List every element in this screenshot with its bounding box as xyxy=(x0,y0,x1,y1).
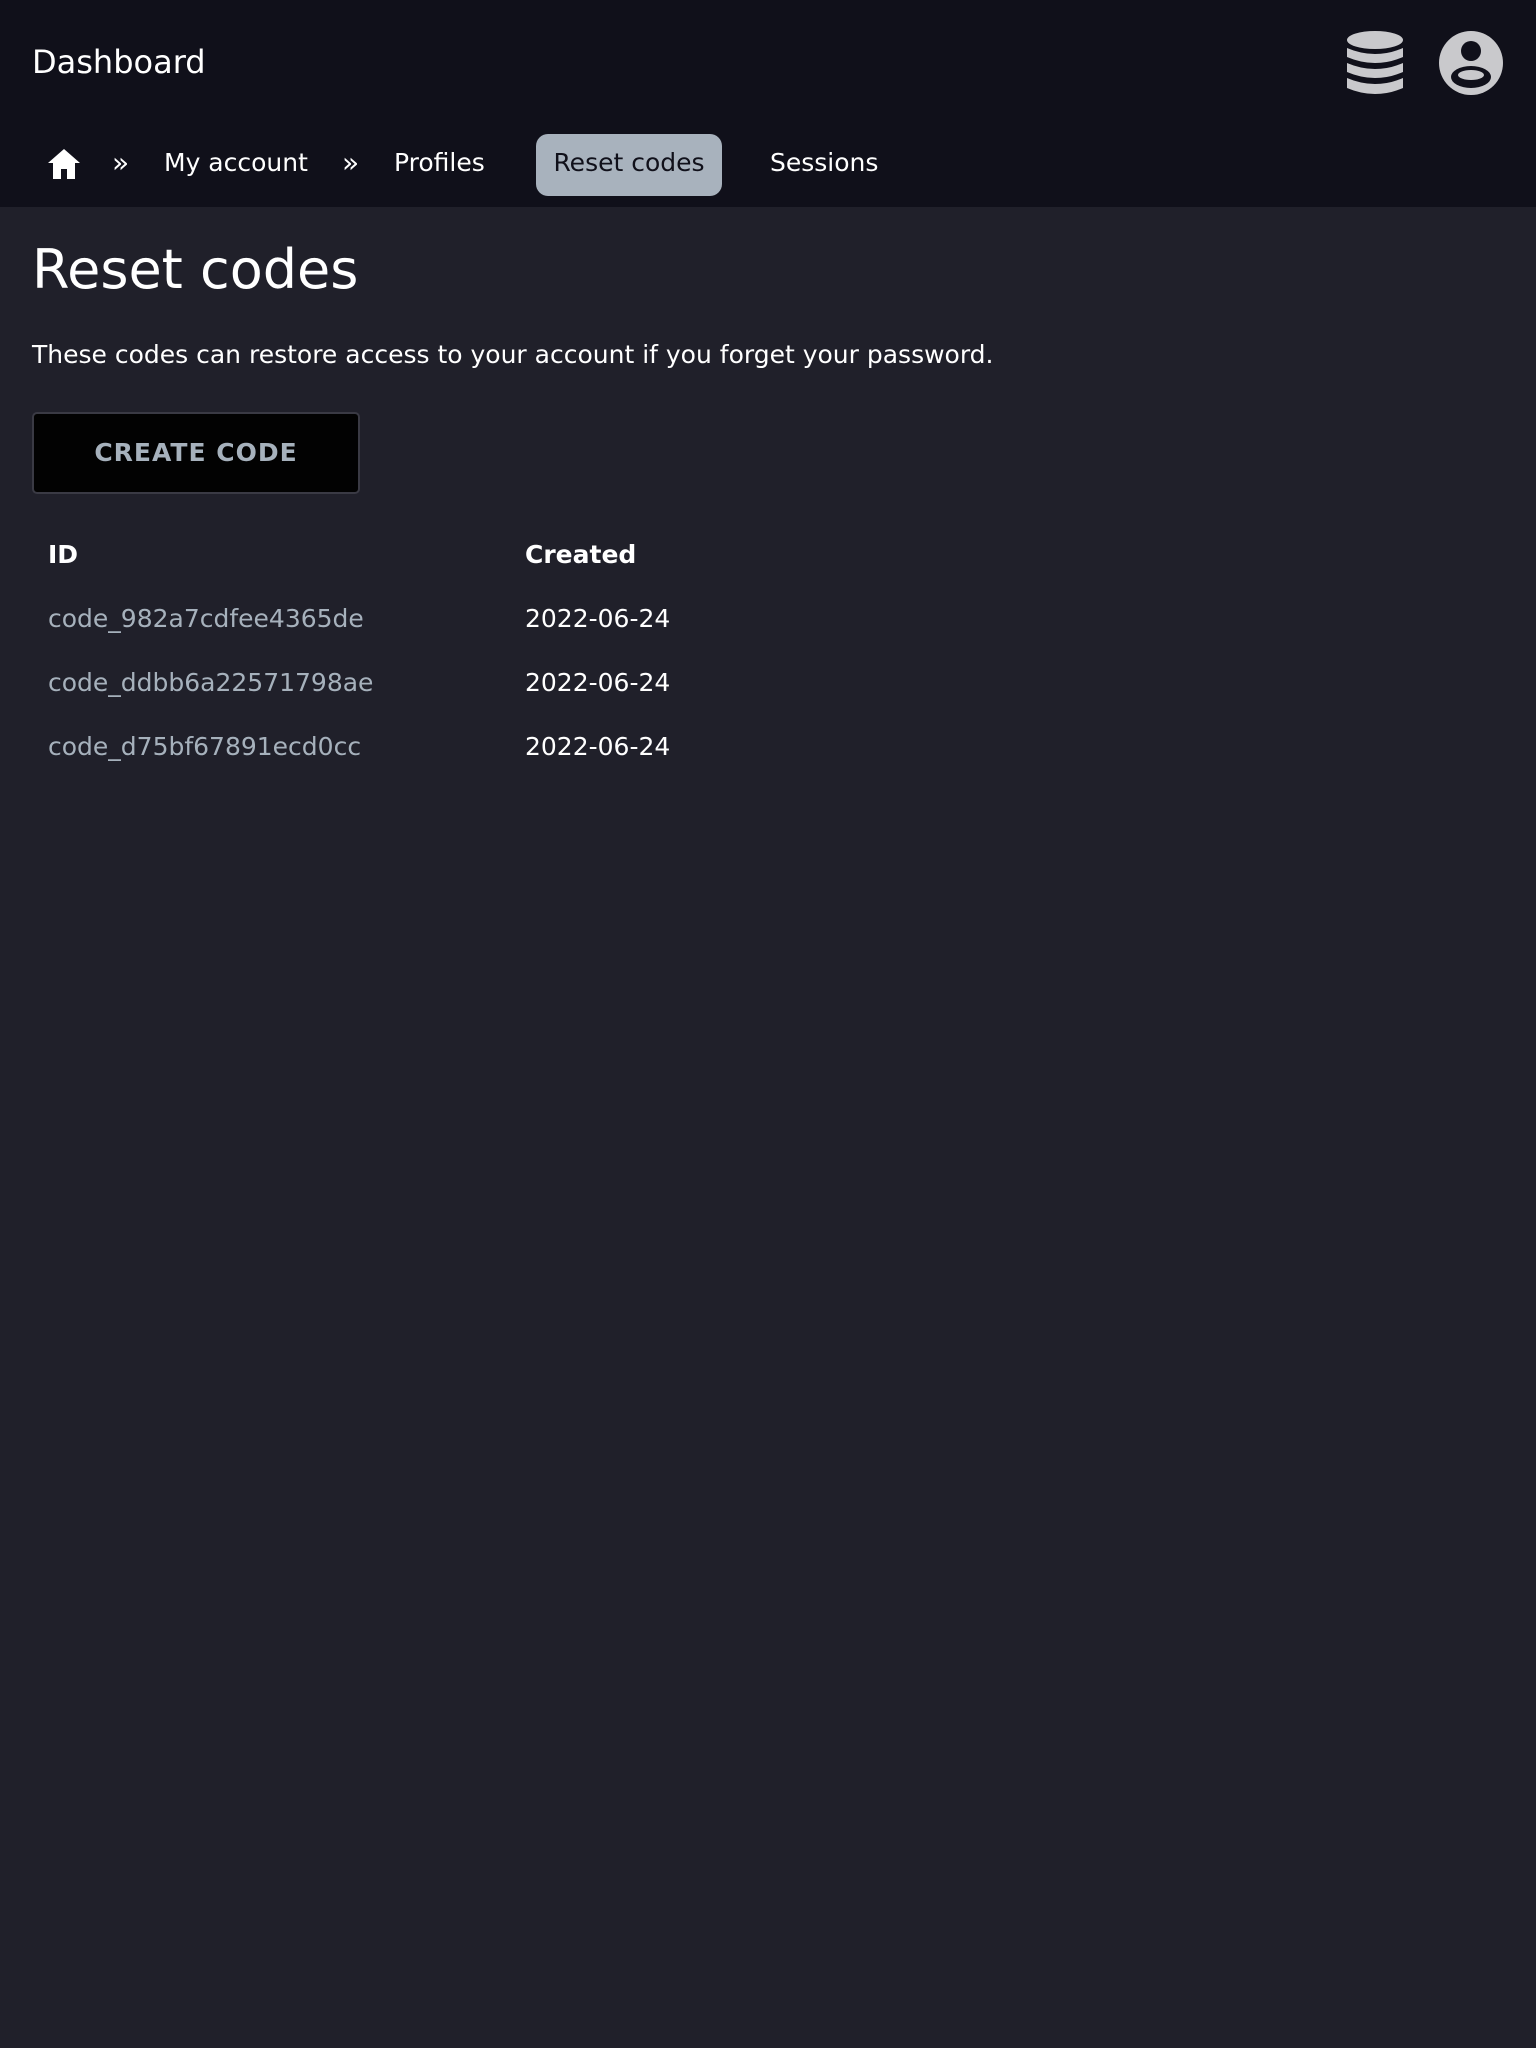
breadcrumb-separator: » xyxy=(342,146,360,179)
breadcrumb: » My account » Profiles Reset codes Sess… xyxy=(0,132,1536,198)
create-code-button[interactable]: CREATE CODE xyxy=(32,412,360,494)
code-id-cell[interactable]: code_982a7cdfee4365de xyxy=(32,586,509,650)
app-title: Dashboard xyxy=(32,43,206,81)
tab-reset-codes[interactable]: Reset codes xyxy=(536,134,722,196)
created-date-cell: 2022-06-24 xyxy=(525,603,671,633)
created-date-cell: 2022-06-24 xyxy=(525,667,671,697)
account-circle-icon[interactable] xyxy=(1438,30,1504,96)
code-id-cell[interactable]: code_d75bf67891ecd0cc xyxy=(32,714,509,778)
top-app-bar: Dashboard » My account » Profiles Reset … xyxy=(0,0,1536,207)
column-header-created[interactable]: Created xyxy=(509,522,686,586)
table-row[interactable]: code_d75bf67891ecd0cc 2022-06-24 xyxy=(32,714,686,778)
table-header-row: ID Created xyxy=(32,522,686,586)
database-icon[interactable] xyxy=(1346,30,1404,98)
page-title: Reset codes xyxy=(32,238,359,301)
code-id-cell[interactable]: code_ddbb6a22571798ae xyxy=(32,650,509,714)
column-header-id[interactable]: ID xyxy=(32,522,509,586)
breadcrumb-separator: » xyxy=(112,146,130,179)
tab-sessions[interactable]: Sessions xyxy=(770,132,878,198)
table-row[interactable]: code_ddbb6a22571798ae 2022-06-24 xyxy=(32,650,686,714)
table-row[interactable]: code_982a7cdfee4365de 2022-06-24 xyxy=(32,586,686,650)
reset-codes-table: ID Created code_982a7cdfee4365de 2022-06… xyxy=(32,522,686,778)
breadcrumb-item-profiles[interactable]: Profiles xyxy=(394,132,485,198)
home-icon[interactable] xyxy=(46,146,82,182)
created-date-cell: 2022-06-24 xyxy=(525,731,671,761)
breadcrumb-item-my-account[interactable]: My account xyxy=(164,132,308,198)
page-description: These codes can restore access to your a… xyxy=(32,340,994,369)
